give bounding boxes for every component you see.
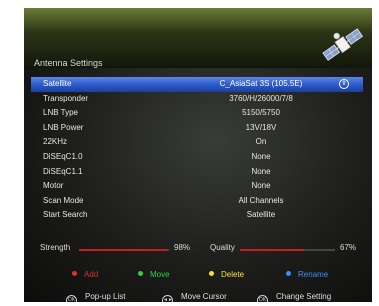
menu-row-label: 22KHz (43, 137, 68, 147)
hint-label: Move Cursor (181, 292, 227, 301)
menu-row-value: Satellite (246, 210, 276, 220)
remote-key-icon: OK (66, 295, 77, 302)
legend-delete: Delete (209, 270, 244, 279)
key-hints: OK Pop-up List ◄► Move Cursor OK Change Setti… (24, 292, 372, 302)
satellite-icon (322, 28, 364, 61)
signal-meters: Strength 98% Quality 67% (24, 243, 372, 257)
menu-row-diseqc1-0[interactable]: DiSEqC1.0 None (31, 150, 363, 165)
add-color-dot-icon (72, 271, 77, 276)
legend-label: Delete (221, 270, 245, 279)
remote-key-icon: OK (257, 295, 268, 302)
legend-label: Rename (298, 270, 329, 279)
tv-frame: Antenna Settings Satellite C_AsiaSat 3S (… (0, 0, 379, 306)
menu-row-value: On (255, 137, 267, 147)
menu-row-label: Scan Mode (43, 195, 84, 205)
menu-row-label: Transponder (43, 93, 89, 103)
legend-move: Move (138, 270, 170, 279)
menu-row-scan-mode[interactable]: Scan Mode All Channels (31, 194, 363, 209)
move-color-dot-icon (138, 271, 143, 276)
menu-row-value: All Channels (238, 195, 284, 205)
hint-pop-up-list: OK Pop-up List (66, 292, 125, 302)
hint-label: Pop-up List (85, 292, 126, 301)
menu-row-value: 3760/H/26000/7/8 (229, 93, 293, 103)
menu-row-lnb-type[interactable]: LNB Type 5150/5750 (31, 106, 363, 121)
menu-row-diseqc1-1[interactable]: DiSEqC1.1 None (31, 165, 363, 180)
menu-row-motor[interactable]: Motor None (31, 179, 363, 194)
menu-row-value: 5150/5750 (242, 108, 280, 118)
strength-bar (79, 249, 169, 251)
menu-row-22khz[interactable]: 22KHz On (31, 135, 363, 150)
menu-row-value: 13V/18V (245, 122, 277, 132)
quality-value: 67% (340, 243, 357, 252)
quality-bar (240, 249, 335, 251)
color-key-legend: Add Move Delete Rename (24, 270, 372, 282)
strength-value: 98% (174, 243, 191, 252)
menu-row-start-search[interactable]: Start Search Satellite (31, 208, 363, 223)
hint-label: Change Setting (276, 292, 332, 301)
legend-add: Add (72, 270, 98, 279)
osd-screen: Antenna Settings Satellite C_AsiaSat 3S (… (24, 8, 372, 302)
menu-row-label: LNB Type (43, 108, 78, 118)
menu-row-value: None (251, 151, 271, 161)
legend-rename: Rename (286, 270, 328, 279)
menu-row-lnb-power[interactable]: LNB Power 13V/18V (31, 121, 363, 136)
antenna-settings-menu: Satellite C_AsiaSat 3S (105.5E) ⇕ Transpond… (31, 77, 363, 223)
hint-move-cursor: ◄► Move Cursor (162, 292, 227, 302)
menu-row-satellite[interactable]: Satellite C_AsiaSat 3S (105.5E) ⇕ (31, 77, 363, 92)
menu-row-label: Start Search (43, 210, 88, 220)
up-down-arrow-icon[interactable]: ⇕ (339, 79, 349, 89)
hint-change-setting: OK Change Setting (257, 292, 331, 302)
menu-row-label: DiSEqC1.0 (43, 151, 83, 161)
menu-row-value: C_AsiaSat 3S (105.5E) (219, 79, 303, 88)
legend-label: Move (150, 270, 170, 279)
legend-label: Add (84, 270, 99, 279)
delete-color-dot-icon (209, 271, 214, 276)
menu-row-label: LNB Power (43, 122, 84, 132)
menu-row-label: DiSEqC1.1 (43, 166, 83, 176)
quality-label: Quality (210, 243, 235, 252)
strength-bar-fill (79, 249, 168, 251)
menu-row-value: None (251, 181, 271, 191)
menu-row-label: Motor (43, 181, 64, 191)
quality-bar-fill (240, 249, 304, 251)
page-title: Antenna Settings (34, 58, 103, 68)
rename-color-dot-icon (286, 271, 291, 276)
remote-key-icon: ◄► (162, 295, 173, 302)
menu-row-label: Satellite (43, 79, 72, 88)
strength-label: Strength (40, 243, 71, 252)
menu-row-transponder[interactable]: Transponder 3760/H/26000/7/8 (31, 92, 363, 107)
menu-row-value: None (251, 166, 271, 176)
